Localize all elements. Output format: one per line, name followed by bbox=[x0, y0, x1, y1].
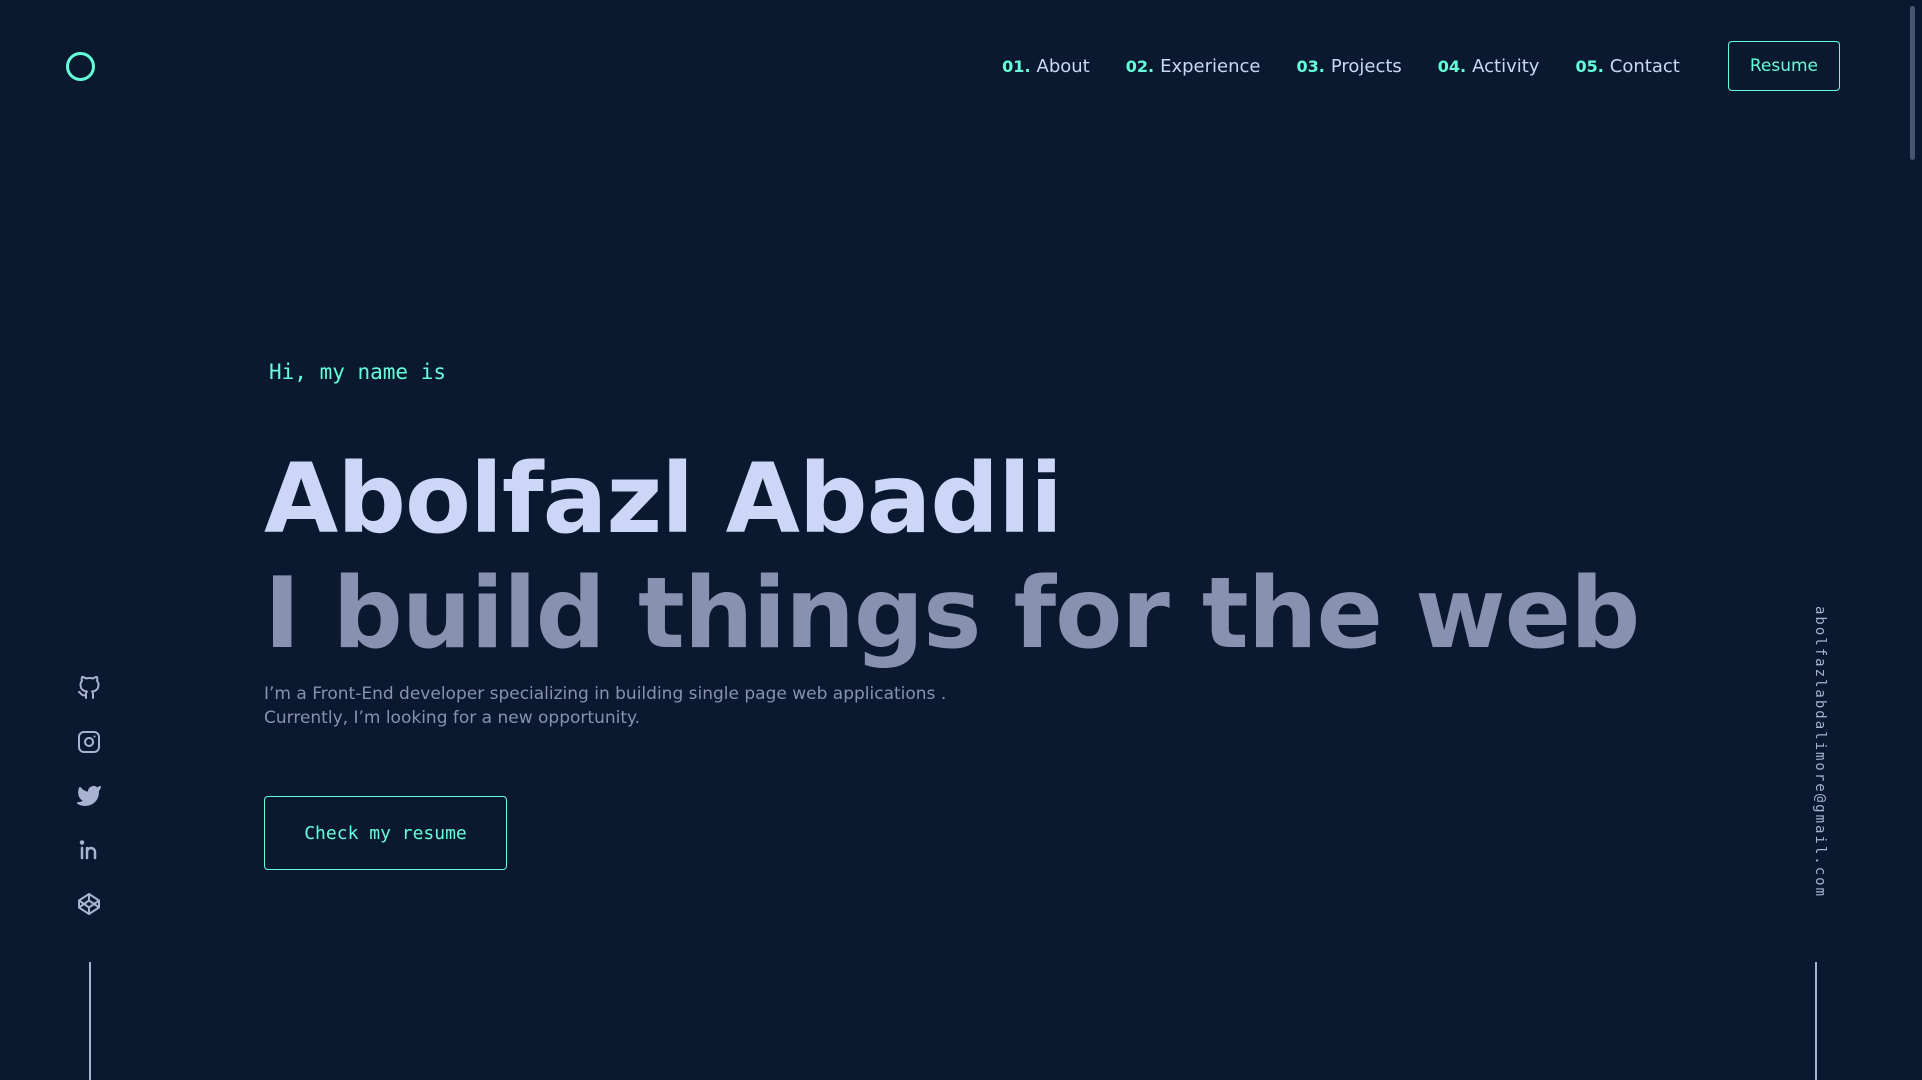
nav-item-label: Contact bbox=[1609, 55, 1680, 77]
hero-intro-line: Currently, I’m looking for a new opportu… bbox=[264, 708, 641, 728]
right-divider-line bbox=[1815, 962, 1817, 1080]
hero-intro: I’m a Front-End developer specializing i… bbox=[264, 682, 984, 730]
resume-button[interactable]: Resume bbox=[1727, 41, 1840, 91]
email-link[interactable]: abolfazlabdalimore@gmail.com bbox=[1812, 606, 1828, 898]
twitter-icon[interactable] bbox=[77, 784, 101, 808]
hero-section: Hi, my name is Abolfazl Abadli I build t… bbox=[264, 360, 1640, 730]
nav-item-activity[interactable]: 04. Activity bbox=[1438, 56, 1540, 77]
nav-item-label: Experience bbox=[1160, 55, 1261, 77]
nav-item-experience[interactable]: 02. Experience bbox=[1126, 56, 1261, 77]
main-nav: 01. About 02. Experience 03. Projects 04… bbox=[966, 40, 1840, 92]
instagram-icon[interactable] bbox=[77, 730, 101, 754]
nav-item-number: 02. bbox=[1125, 56, 1155, 76]
nav-item-number: 03. bbox=[1296, 56, 1325, 76]
left-divider-line bbox=[89, 962, 91, 1080]
nav-item-projects[interactable]: 03. Projects bbox=[1296, 56, 1401, 77]
nav-item-number: 04. bbox=[1437, 56, 1467, 76]
nav-item-contact[interactable]: 05. Contact bbox=[1575, 56, 1679, 77]
nav-item-number: 05. bbox=[1575, 56, 1604, 76]
nav-item-label: About bbox=[1036, 55, 1090, 77]
nav-item-number: 01. bbox=[1002, 56, 1031, 76]
linkedin-icon[interactable] bbox=[77, 838, 101, 862]
logo-icon[interactable] bbox=[66, 52, 95, 81]
github-icon[interactable] bbox=[77, 676, 101, 700]
scrollbar[interactable] bbox=[1902, 0, 1922, 1080]
nav-item-about[interactable]: 01. About bbox=[1002, 56, 1090, 77]
scrollbar-thumb[interactable] bbox=[1910, 6, 1915, 160]
nav-item-label: Projects bbox=[1330, 55, 1402, 77]
hero-tagline: I build things for the web bbox=[264, 557, 1640, 671]
hero-name: Abolfazl Abadli bbox=[264, 443, 1063, 555]
codepen-icon[interactable] bbox=[77, 892, 101, 916]
social-links bbox=[77, 676, 101, 946]
hero-greeting: Hi, my name is bbox=[269, 360, 447, 384]
check-resume-button[interactable]: Check my resume bbox=[264, 796, 507, 870]
nav-item-label: Activity bbox=[1472, 55, 1540, 77]
hero-intro-line: I’m a Front-End developer specializing i… bbox=[264, 684, 947, 704]
